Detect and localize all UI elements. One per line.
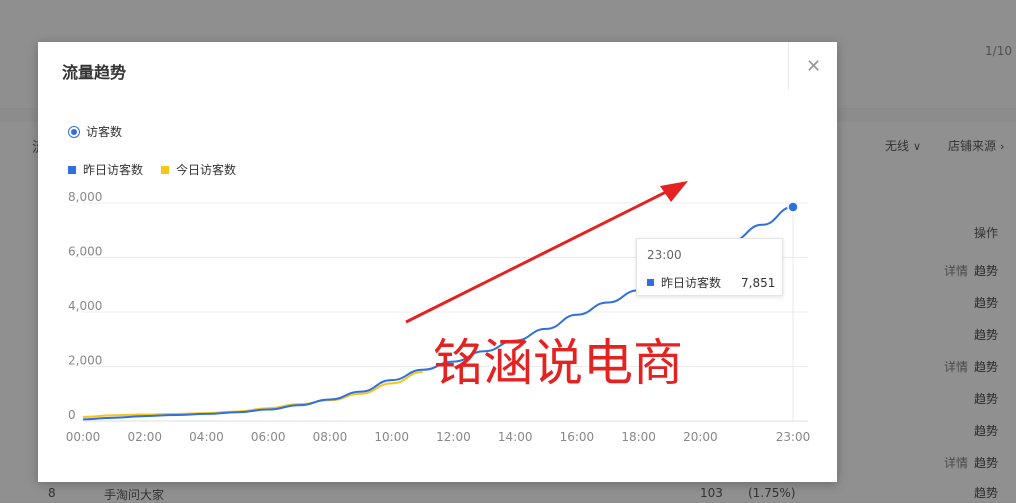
red-arrow-shaft [405, 188, 671, 324]
x-tick-label: 20:00 [683, 430, 718, 444]
background-row-actions: 趋势 [974, 294, 998, 311]
trend-link: 趋势 [974, 328, 999, 342]
red-arrow-head [660, 181, 688, 202]
tooltip-series-name: 昨日访客数 [661, 276, 722, 290]
background-row-actions: 详情 趋势 [944, 262, 998, 279]
background-row-actions: 趋势 [974, 326, 998, 343]
chevron-down-icon: ∨ [913, 140, 922, 153]
background-pager: 1/10 [985, 44, 1012, 58]
traffic-trend-modal: 流量趋势 ✕ 访客数 昨日访客数 今日访客数 0 2,000 4,000 6,000 8… [38, 42, 837, 482]
detail-link: 详情 [944, 264, 969, 278]
background-row-actions: 趋势 [974, 422, 998, 439]
trend-link: 趋势 [974, 264, 999, 278]
y-tick-label: 0 [68, 408, 76, 422]
x-tick-label: 16:00 [560, 430, 595, 444]
x-tick-label: 02:00 [127, 430, 162, 444]
trend-link: 趋势 [974, 360, 999, 374]
detail-link: 详情 [944, 456, 969, 470]
tooltip-row: 昨日访客数 7,851 [647, 274, 775, 291]
filter-label: 无线 [885, 139, 910, 153]
x-tick-label: 12:00 [436, 430, 471, 444]
row-percent: (1.75%) [748, 486, 796, 500]
background-filter-wireless: 无线 ∨ [885, 137, 921, 154]
x-tick-label: 18:00 [621, 430, 656, 444]
x-tick-label: 04:00 [189, 430, 224, 444]
tooltip-time: 23:00 [647, 248, 682, 262]
watermark-text: 铭涵说电商 [433, 334, 683, 392]
chevron-right-icon: › [1000, 140, 1005, 153]
trend-link: 趋势 [974, 296, 999, 310]
trend-link: 趋势 [974, 486, 999, 500]
series-point-highlight[interactable] [787, 201, 799, 213]
background-filter-shop-source: 店铺来源 › [948, 137, 1004, 154]
x-tick-label: 10:00 [374, 430, 409, 444]
background-row-actions: 详情 趋势 [944, 358, 998, 375]
x-axis-ticks: 00:00 02:00 04:00 06:00 08:00 10:00 12:00 14:00… [66, 430, 811, 444]
x-tick-label: 23:00 [776, 430, 811, 444]
filter-label: 店铺来源 [948, 139, 997, 153]
y-axis-ticks: 0 2,000 4,000 6,000 8,000 [68, 190, 102, 422]
background-row-actions: 趋势 [974, 390, 998, 407]
y-tick-label: 2,000 [68, 354, 102, 368]
chart-tooltip: 23:00 昨日访客数 7,851 [636, 238, 783, 296]
y-tick-label: 8,000 [68, 190, 102, 204]
tooltip-value: 7,851 [741, 275, 776, 290]
trend-link: 趋势 [974, 456, 999, 470]
x-tick-label: 14:00 [498, 430, 533, 444]
y-tick-label: 4,000 [68, 299, 102, 313]
row-name: 手淘问大家 [104, 488, 165, 502]
row-value: 103 [700, 486, 723, 500]
tooltip-swatch-icon [647, 279, 654, 286]
detail-link: 详情 [944, 360, 969, 374]
row-rank: 8 [48, 486, 56, 500]
background-row-actions: 趋势 [974, 484, 998, 501]
trend-link: 趋势 [974, 424, 999, 438]
background-row-actions: 详情 趋势 [944, 454, 998, 471]
y-tick-label: 6,000 [68, 245, 102, 259]
trend-link: 趋势 [974, 392, 999, 406]
x-tick-label: 08:00 [313, 430, 348, 444]
background-operation-header: 操作 [974, 226, 999, 240]
x-tick-label: 06:00 [251, 430, 286, 444]
x-tick-label: 00:00 [66, 430, 101, 444]
